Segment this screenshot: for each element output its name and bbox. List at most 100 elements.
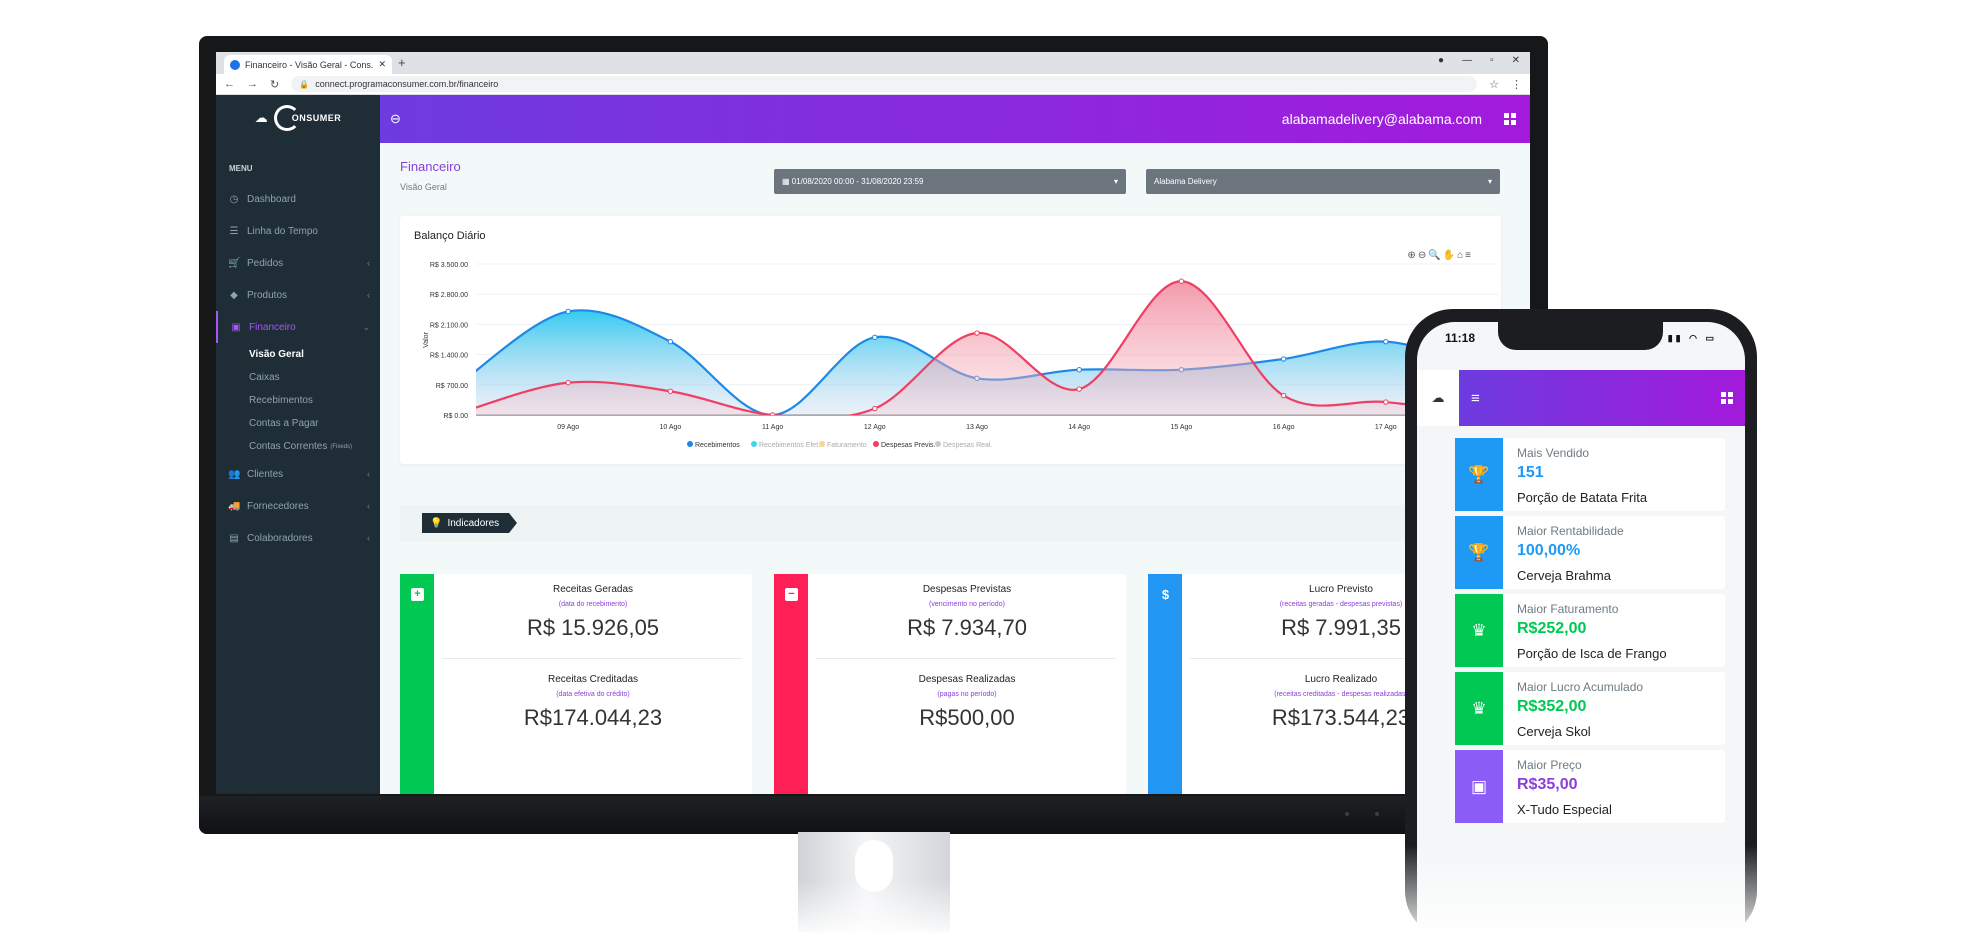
sidebar-item-fornecedores[interactable]: 🚚 Fornecedores ‹ [216,490,380,522]
metric-card[interactable]: ♛ Maior Lucro Acumulado R$352,00 Cerveja Sk… [1455,672,1725,745]
metric-card[interactable]: ▣ Maior Preço R$35,00 X-Tudo Especial [1455,750,1725,823]
recebimentos-point[interactable] [565,308,571,315]
logo[interactable]: ☁ ONSUMER [216,95,380,140]
trophy-icon: 🏆 [1455,516,1503,589]
subitem-label: Contas Correntes [249,441,328,452]
phone-time: 11:18 [1445,331,1476,345]
sidebar-item-financeiro[interactable]: ▣ Financeiro ⌄ [216,311,380,343]
minimize-icon[interactable]: — [1462,55,1472,66]
metric-label: Maior Preço [1517,758,1582,772]
chart-area: R$ 0.00 R$ 700.00 R$ 1.400.00 R$ 2.100.00 R$… [423,262,1498,449]
id-card-icon: ▤ [229,532,239,544]
lock-icon: 🔒 [299,79,310,89]
sidebar-item-dashboard[interactable]: ◷ Dashboard [216,183,380,215]
metric-label: Mais Vendido [1517,446,1590,460]
truck-icon: 🚚 [228,500,241,512]
sidebar-item-products[interactable]: ◆ Produtos ‹ [216,279,380,311]
main-content: ⊖ alabamadelivery@alabama.com Financeiro… [380,95,1530,794]
legend-item: Recebimentos [695,442,740,449]
recebimentos-point[interactable] [872,334,878,341]
apps-grid-icon[interactable] [1721,392,1733,404]
legend-item: Despesas Real. [943,442,992,449]
store-select[interactable]: Alabama Delivery ▾ [1146,169,1500,194]
metric-value: R$352,00 [1517,698,1587,715]
star-icon[interactable]: ☆ [1489,78,1499,91]
cloud-upload-icon: ☁ [254,109,268,125]
chevron-left-icon: ‹ [367,533,370,543]
date-range-value: 01/08/2020 00:00 - 31/08/2020 23:59 [791,177,924,186]
hamburger-menu-icon[interactable]: ≡ [1471,390,1480,407]
kpi-strip: $ [1148,574,1182,794]
kpi-hint: (pagas no período) [937,691,997,698]
chart-card: Balanço Diário ⊕⊖🔍✋⌂≡ R$ 0.00 R$ 700.00 R$… [400,216,1501,464]
close-icon[interactable]: ✕ [378,59,386,70]
kpi-card-despesas: − Despesas Previstas (vencimento no perío… [774,574,1126,794]
recebimentos-point[interactable] [667,338,674,345]
sidebar-item-label: Fornecedores [247,500,309,512]
store-value: Alabama Delivery [1154,177,1217,186]
window-close-icon[interactable]: ✕ [1512,55,1520,66]
profile-icon[interactable]: ● [1438,55,1444,66]
despesas-previstas-point[interactable] [667,388,674,394]
sidebar-subitem-visao-geral[interactable]: Visão Geral [216,343,380,366]
x-tick-label: 14 Ago [1068,424,1090,431]
url-field[interactable]: 🔒 connect.programaconsumer.com.br/financ… [291,76,1478,92]
despesas-previstas-point[interactable] [872,405,878,412]
lightbulb-icon: 💡 [430,517,443,529]
sidebar-item-colaboradores[interactable]: ▤ Colaboradores ‹ [216,522,380,554]
maximize-icon[interactable]: ▫ [1490,55,1494,66]
sidebar-item-clientes[interactable]: 👥 Clientes ‹ [216,458,380,490]
plus-icon: + [411,588,424,601]
new-tab-button[interactable]: + [398,55,406,70]
sidebar-subitem-caixas[interactable]: Caixas [216,366,380,389]
metric-product: Cerveja Skol [1517,724,1591,739]
phone-reflection [1405,845,1757,939]
kpi-value: R$174.044,23 [523,705,663,730]
crown-icon: ♛ [1455,594,1503,667]
metric-label: Maior Faturamento [1517,602,1619,616]
legend-marker [935,441,941,447]
recebimentos-point[interactable] [464,376,468,380]
kpi-hint: (data do recebimento) [558,601,628,608]
favicon-icon [230,59,240,70]
recebimentos-point[interactable] [1383,338,1389,345]
y-tick-label: R$ 1.400.00 [430,353,468,360]
legend-item: Despesas Previs. [881,442,936,449]
more-menu-icon[interactable]: ⋮ [1511,78,1522,91]
x-tick-label: 15 Ago [1170,424,1192,431]
sidebar-subitem-contas-a-pagar[interactable]: Contas a Pagar [216,412,380,435]
forward-arrow-icon[interactable]: → [247,78,258,90]
date-range-select[interactable]: ▦ 01/08/2020 00:00 - 31/08/2020 23:59 ▾ [774,169,1126,194]
menu-title: MENU [229,164,253,173]
sidebar-item-timeline[interactable]: ☰ Linha do Tempo [216,215,380,247]
legend-item: Recebimentos Efet. [759,442,820,449]
collapse-sidebar-icon[interactable]: ⊖ [390,111,401,127]
metric-value: 100,00% [1517,542,1581,559]
recebimentos-point[interactable] [1076,367,1082,373]
sidebar-subitem-contas-correntes[interactable]: Contas Correntes (Fixeds) [216,435,380,458]
despesas-previstas-point[interactable] [1076,386,1082,392]
despesas-previstas-point[interactable] [1383,399,1389,405]
despesas-previstas-point[interactable] [974,330,980,336]
sidebar-subitem-recebimentos[interactable]: Recebimentos [216,389,380,412]
x-tick-label: 17 Ago [1375,424,1397,431]
user-email[interactable]: alabamadelivery@alabama.com [1282,111,1482,127]
browser-tab[interactable]: Financeiro - Visão Geral - Cons... ✕ [224,55,392,74]
window-controls: ● — ▫ ✕ [1438,55,1520,66]
despesas-previstas-point[interactable] [1178,278,1185,284]
metric-card[interactable]: ♛ Maior Faturamento R$252,00 Porção de Isca… [1455,594,1725,667]
sidebar-item-label: Clientes [247,468,284,480]
reload-icon[interactable]: ↻ [270,78,279,91]
recebimentos-point[interactable] [1280,356,1287,362]
back-arrow-icon[interactable]: ← [224,78,235,90]
metric-card[interactable]: 🏆 Mais Vendido 151 Porção de Batata Frita [1455,438,1725,511]
cloud-upload-icon[interactable]: ☁ [1417,370,1459,426]
despesas-previstas-point[interactable] [565,379,571,386]
sidebar-item-orders[interactable]: 🛒 Pedidos ‹ [216,247,380,279]
chevron-left-icon: ‹ [367,469,370,479]
apps-grid-icon[interactable] [1504,113,1516,125]
metric-card[interactable]: 🏆 Maior Rentabilidade 100,00% Cerveja Brahm… [1455,516,1725,589]
kpi-label: Despesas Realizadas [918,674,1016,685]
despesas-previstas-point[interactable] [769,412,776,417]
despesas-previstas-point[interactable] [1280,392,1287,399]
